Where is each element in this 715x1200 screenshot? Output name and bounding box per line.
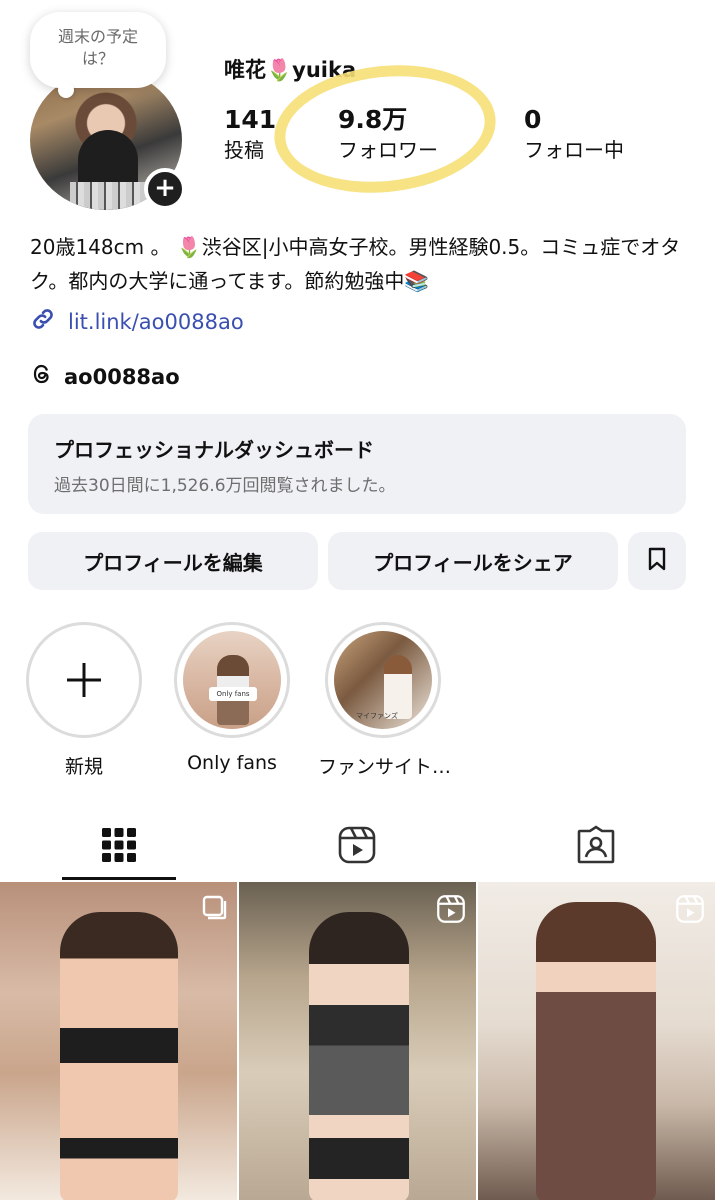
profile-tabs: [0, 810, 715, 880]
new-highlight-circle: [26, 622, 142, 738]
profile-link[interactable]: lit.link/ao0088ao: [30, 306, 244, 337]
dashboard-subtitle: 過去30日間に1,526.6万回閲覧されました。: [54, 476, 396, 496]
reels-icon: [339, 826, 376, 864]
note-bubble[interactable]: 週末の予定は？: [30, 12, 166, 98]
post-figure: [309, 912, 409, 1200]
bookmark-icon: [646, 547, 668, 576]
link-text: lit.link/ao0088ao: [68, 309, 244, 334]
stat-following[interactable]: 0 フォロー中: [524, 105, 624, 165]
carousel-icon: [201, 894, 227, 924]
post-thumbnail[interactable]: [478, 882, 715, 1200]
stat-followers[interactable]: 9.8万 フォロワー: [338, 105, 438, 165]
post-thumbnail[interactable]: [239, 882, 476, 1200]
reel-icon: [675, 894, 705, 928]
threads-handle: ao0088ao: [64, 364, 180, 389]
plus-icon: +: [154, 173, 176, 203]
add-story-button[interactable]: +: [144, 168, 186, 210]
highlight-new[interactable]: 新規: [22, 622, 146, 779]
post-figure: [536, 902, 656, 1200]
tab-grid[interactable]: [0, 810, 238, 880]
highlight-thumbnail: マイファンズ: [334, 631, 432, 729]
highlight-onlyfans[interactable]: Only fans Only fans: [170, 622, 294, 774]
threads-icon: [30, 362, 54, 391]
dashboard-title: プロフェッショナルダッシュボード: [54, 438, 374, 462]
highlight-circle: Only fans: [174, 622, 290, 738]
posts-label: 投稿: [224, 138, 264, 162]
highlight-label: ファンサイト…: [318, 756, 452, 778]
tab-reels[interactable]: [238, 810, 476, 880]
following-label: フォロー中: [524, 138, 624, 162]
followers-label: フォロワー: [338, 138, 438, 162]
stat-posts[interactable]: 141 投稿: [224, 105, 276, 165]
tab-tagged[interactable]: [477, 810, 715, 880]
grid-icon: [102, 828, 137, 862]
following-count: 0: [524, 105, 542, 134]
thumbnail-tag: Only fans: [209, 687, 257, 701]
highlight-thumbnail: Only fans: [183, 631, 281, 729]
edit-profile-button[interactable]: プロフィールを編集: [28, 532, 318, 590]
post-figure: [60, 912, 178, 1200]
reel-icon: [436, 894, 466, 928]
highlight-circle: マイファンズ: [325, 622, 441, 738]
highlight-label: Only fans: [187, 752, 277, 774]
thumbnail-figure: [384, 655, 412, 719]
highlight-label: 新規: [64, 756, 103, 778]
bio-text: 20歳148cm 。 🌷渋谷区|小中高女子校。男性経験0.5。コミュ症でオタク。…: [30, 235, 681, 293]
profile-avatar-area: +: [30, 70, 190, 210]
note-text: 週末の予定は？: [57, 27, 138, 68]
posts-count: 141: [224, 105, 277, 134]
professional-dashboard[interactable]: プロフェッショナルダッシュボード 過去30日間に1,526.6万回閲覧されました…: [28, 414, 686, 514]
highlight-fansite[interactable]: マイファンズ ファンサイト…: [318, 622, 452, 779]
thumbnail-tag: マイファンズ: [356, 712, 398, 720]
saved-button[interactable]: [628, 532, 686, 590]
posts-grid: [0, 882, 715, 1200]
post-thumbnail[interactable]: [0, 882, 237, 1200]
followers-count: 9.8万: [338, 105, 408, 134]
threads-badge[interactable]: ao0088ao: [30, 362, 180, 391]
share-profile-button[interactable]: プロフィールをシェア: [328, 532, 618, 590]
stats-row: 141 投稿 9.8万 フォロワー 0 フォロー中: [224, 105, 684, 169]
link-icon: [30, 306, 56, 337]
tagged-person-icon: [577, 825, 615, 864]
plus-icon: [67, 663, 101, 697]
avatar-skirt: [70, 182, 146, 210]
